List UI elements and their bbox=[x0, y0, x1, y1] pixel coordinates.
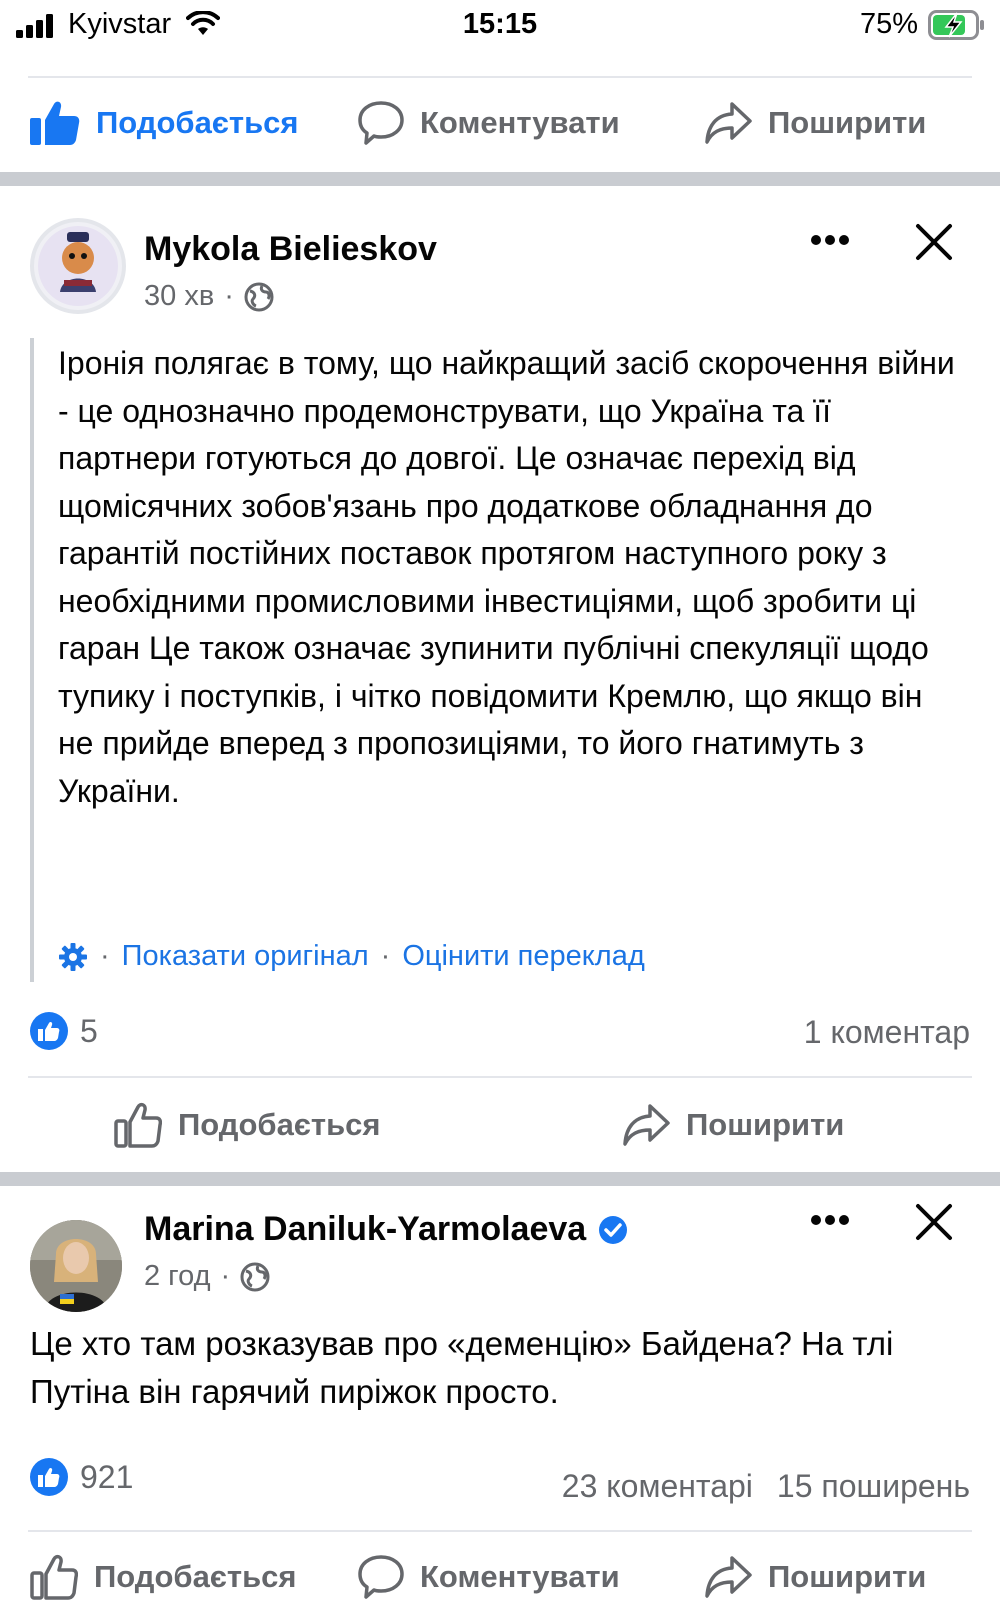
avatar[interactable] bbox=[30, 1220, 122, 1312]
like-label: Подобається bbox=[96, 105, 299, 140]
comment-label: Коментувати bbox=[420, 1559, 620, 1594]
thumbs-up-icon bbox=[30, 101, 80, 145]
reactions-summary[interactable]: 921 bbox=[30, 1458, 133, 1496]
avatar-photo bbox=[30, 1220, 122, 1312]
comment-icon bbox=[358, 101, 404, 145]
like-label: Подобається bbox=[178, 1107, 381, 1142]
post-meta: 30 хв · bbox=[144, 280, 274, 313]
comment-button[interactable]: Коментувати bbox=[358, 1554, 620, 1600]
gear-icon[interactable] bbox=[58, 942, 88, 972]
engagement-counts: 23 коментарі 15 поширень bbox=[562, 1468, 970, 1505]
close-icon[interactable] bbox=[914, 222, 954, 262]
status-time: 15:15 bbox=[462, 8, 538, 40]
post-author-row: Marina Daniluk-Yarmolaeva bbox=[144, 1210, 628, 1249]
share-label: Поширити bbox=[768, 1559, 927, 1594]
comment-count[interactable]: 1 коментар bbox=[804, 1014, 970, 1051]
like-label: Подобається bbox=[94, 1559, 297, 1594]
share-label: Поширити bbox=[768, 105, 927, 140]
like-button[interactable]: Подобається bbox=[30, 100, 299, 146]
share-label: Поширити bbox=[686, 1107, 845, 1142]
share-button[interactable]: Поширити bbox=[622, 1102, 844, 1148]
more-icon[interactable] bbox=[810, 1214, 850, 1226]
post-body: Іронія полягає в тому, що найкращий засі… bbox=[58, 345, 955, 809]
dot: · bbox=[380, 940, 391, 972]
post-body: Це хто там розказував про «деменцію» Бай… bbox=[30, 1325, 894, 1410]
share-count[interactable]: 15 поширень bbox=[777, 1468, 970, 1505]
comment-button[interactable]: Коментувати bbox=[358, 100, 620, 146]
translation-bar bbox=[30, 338, 34, 982]
show-original-link[interactable]: Показати оригінал bbox=[122, 940, 369, 973]
status-bar: Kyivstar 15:15 75% bbox=[0, 0, 1000, 52]
share-icon bbox=[623, 1104, 670, 1146]
share-button[interactable]: Поширити bbox=[704, 1554, 926, 1600]
post-time[interactable]: 30 хв bbox=[144, 280, 214, 313]
battery-icon bbox=[928, 10, 984, 40]
globe-icon bbox=[244, 282, 274, 311]
translation-footer: · Показати оригінал · Оцінити переклад bbox=[58, 940, 645, 973]
reaction-count: 5 bbox=[80, 1012, 98, 1049]
like-reaction-icon bbox=[30, 1458, 68, 1496]
post-author[interactable]: Marina Daniluk-Yarmolaeva bbox=[144, 1210, 586, 1249]
divider bbox=[28, 1076, 972, 1078]
share-icon bbox=[705, 102, 752, 144]
comment-icon bbox=[358, 1555, 404, 1599]
reactions-summary[interactable]: 5 bbox=[30, 1012, 98, 1050]
battery-percent: 75% bbox=[860, 8, 919, 40]
like-button[interactable]: Подобається bbox=[30, 1554, 297, 1600]
avatar[interactable] bbox=[30, 218, 126, 314]
post-meta: 2 год · bbox=[144, 1260, 270, 1293]
thumbs-up-icon bbox=[30, 1554, 78, 1600]
comment-count[interactable]: 23 коментарі bbox=[562, 1468, 753, 1505]
feed-separator bbox=[0, 1172, 1000, 1186]
close-icon[interactable] bbox=[914, 1202, 954, 1242]
thumbs-up-icon bbox=[114, 1102, 162, 1148]
feed-separator bbox=[0, 172, 1000, 186]
share-icon bbox=[705, 1556, 752, 1598]
divider bbox=[28, 76, 972, 78]
share-button[interactable]: Поширити bbox=[704, 100, 926, 146]
reaction-count: 921 bbox=[80, 1458, 134, 1495]
divider bbox=[28, 1530, 972, 1532]
globe-icon bbox=[240, 1262, 270, 1291]
meta-dot: · bbox=[220, 1260, 231, 1292]
verified-icon bbox=[599, 1215, 628, 1244]
like-reaction-icon bbox=[30, 1012, 68, 1050]
avatar-illustration bbox=[38, 226, 118, 306]
comment-label: Коментувати bbox=[420, 105, 620, 140]
more-icon[interactable] bbox=[810, 234, 850, 246]
rate-translation-link[interactable]: Оцінити переклад bbox=[402, 940, 644, 973]
like-button[interactable]: Подобається bbox=[114, 1102, 381, 1148]
post-author[interactable]: Mykola Bielieskov bbox=[144, 230, 437, 269]
dot: · bbox=[100, 940, 110, 972]
meta-dot: · bbox=[224, 280, 234, 312]
post-time[interactable]: 2 год bbox=[144, 1260, 211, 1293]
